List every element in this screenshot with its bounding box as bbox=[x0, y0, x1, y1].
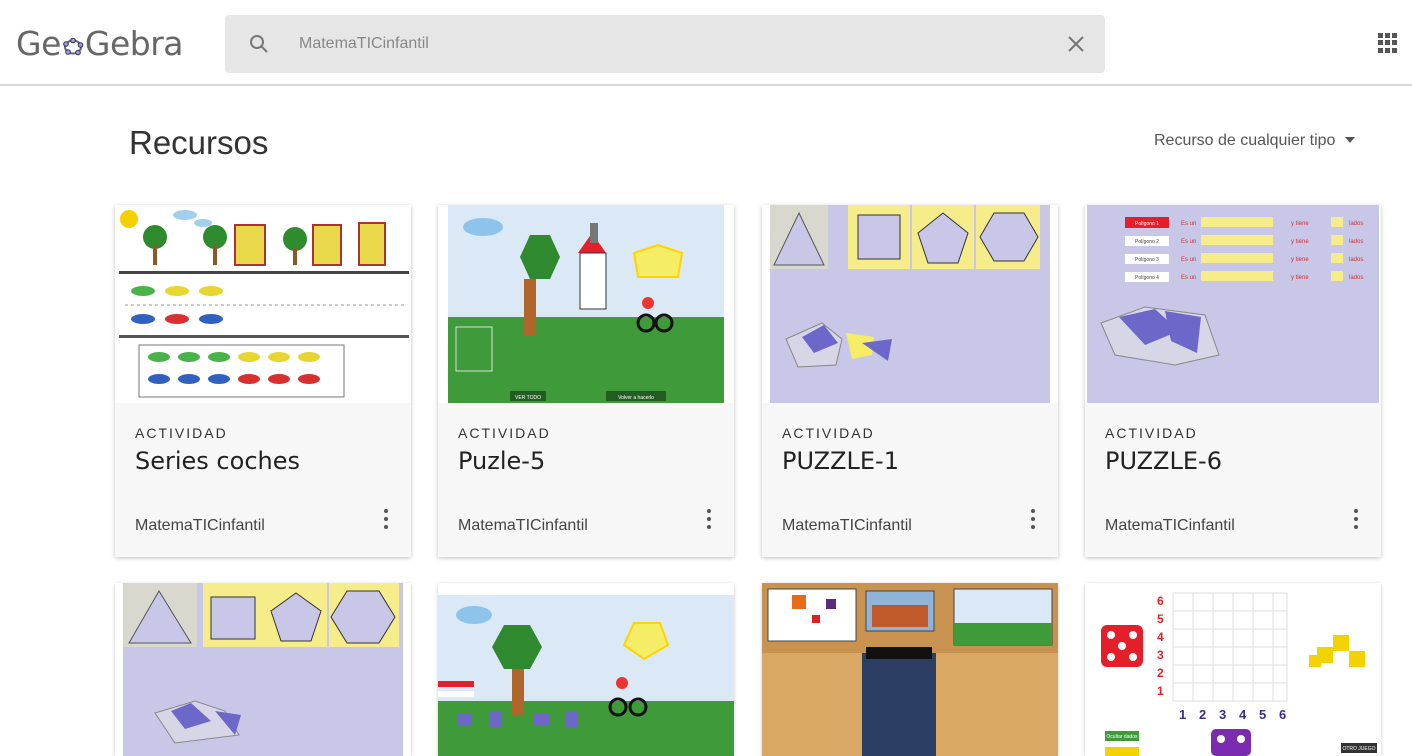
polygon-has-label: y tiene bbox=[1291, 221, 1309, 227]
polygon-is-label: Es un bbox=[1181, 221, 1196, 227]
x-axis-label: 6 bbox=[1279, 707, 1286, 722]
card-type: ACTIVIDAD bbox=[135, 425, 228, 441]
search-icon[interactable] bbox=[247, 32, 271, 56]
more-options-icon[interactable] bbox=[383, 509, 389, 531]
y-axis-label: 4 bbox=[1157, 630, 1164, 644]
x-axis-label: 1 bbox=[1179, 707, 1186, 722]
logo-text-start: Ge bbox=[16, 24, 61, 63]
polygon-sides-label: lados bbox=[1349, 239, 1363, 245]
y-axis-label: 3 bbox=[1157, 648, 1164, 662]
redo-button: Volver a hacerlo bbox=[618, 395, 654, 401]
polygon-button: Polígono 1 bbox=[1135, 221, 1159, 227]
dice-grid-thumbnail: 6 5 4 3 2 1 1 2 3 4 5 6 Ocultar dados OT… bbox=[1101, 592, 1377, 756]
polygon-button: Polígono 4 bbox=[1135, 275, 1159, 281]
card-info: ACTIVIDAD Series coches MatemaTICinfanti… bbox=[115, 403, 411, 557]
more-options-icon[interactable] bbox=[1030, 509, 1036, 531]
apps-grid-icon[interactable] bbox=[1378, 33, 1398, 53]
see-all-button: VER TODO bbox=[515, 395, 541, 401]
card-thumbnail[interactable]: VER TODO Volver a hacerlo bbox=[438, 205, 734, 403]
search-input[interactable]: MatemaTICinfantil bbox=[299, 35, 429, 53]
x-axis-label: 5 bbox=[1259, 707, 1266, 722]
card-type: ACTIVIDAD bbox=[782, 425, 875, 441]
y-axis-label: 6 bbox=[1157, 594, 1164, 608]
card-author[interactable]: MatemaTICinfantil bbox=[782, 517, 912, 535]
y-axis-label: 1 bbox=[1157, 684, 1164, 698]
card-title[interactable]: PUZZLE-6 bbox=[1105, 447, 1222, 475]
resource-type-filter[interactable]: Recurso de cualquier tipo bbox=[1154, 132, 1356, 150]
resource-card[interactable] bbox=[438, 583, 734, 756]
y-axis-label: 2 bbox=[1157, 666, 1164, 680]
logo-text-end: Gebra bbox=[84, 24, 184, 63]
resource-card[interactable]: VER TODO Volver a hacerlo ACTIVIDAD Puzl… bbox=[438, 205, 734, 557]
card-thumbnail[interactable]: Polígono 1 Polígono 2 Polígono 3 Polígon… bbox=[1085, 205, 1381, 403]
page-title: Recursos bbox=[129, 124, 269, 161]
x-axis-label: 4 bbox=[1239, 707, 1247, 722]
card-info: ACTIVIDAD PUZZLE-6 MatemaTICinfantil bbox=[1085, 403, 1381, 557]
card-info: ACTIVIDAD Puzle-5 MatemaTICinfantil bbox=[438, 403, 734, 557]
top-bar: Ge Gebra MatemaTICinfantil bbox=[0, 0, 1412, 86]
x-axis-label: 2 bbox=[1199, 707, 1206, 722]
close-icon[interactable] bbox=[1063, 31, 1089, 57]
puzzle-landscape-thumbnail bbox=[438, 595, 734, 756]
dropdown-arrow-icon bbox=[1345, 137, 1356, 143]
polygon-is-label: Es un bbox=[1181, 239, 1196, 245]
card-author[interactable]: MatemaTICinfantil bbox=[135, 517, 265, 535]
geogebra-logo[interactable]: Ge Gebra bbox=[16, 24, 184, 63]
search-bar[interactable]: MatemaTICinfantil bbox=[225, 15, 1105, 73]
card-author[interactable]: MatemaTICinfantil bbox=[458, 517, 588, 535]
polygon-is-label: Es un bbox=[1181, 257, 1196, 263]
card-thumbnail[interactable] bbox=[762, 205, 1058, 403]
resource-card[interactable]: ACTIVIDAD Series coches MatemaTICinfanti… bbox=[115, 205, 411, 557]
card-thumbnail[interactable] bbox=[115, 583, 411, 756]
polygon-button: Polígono 3 bbox=[1135, 257, 1159, 263]
polygon-has-label: y tiene bbox=[1291, 275, 1309, 281]
resource-card[interactable]: 6 5 4 3 2 1 1 2 3 4 5 6 Ocultar dados OT… bbox=[1085, 583, 1381, 756]
more-options-icon[interactable] bbox=[1353, 509, 1359, 531]
card-author[interactable]: MatemaTICinfantil bbox=[1105, 517, 1235, 535]
puzzle-house-thumbnail: VER TODO Volver a hacerlo bbox=[448, 205, 724, 403]
x-axis-label: 3 bbox=[1219, 707, 1226, 722]
y-axis-label: 5 bbox=[1157, 612, 1164, 626]
polygon-is-label: Es un bbox=[1181, 275, 1196, 281]
card-type: ACTIVIDAD bbox=[1105, 425, 1198, 441]
resource-card[interactable]: Polígono 1 Polígono 2 Polígono 3 Polígon… bbox=[1085, 205, 1381, 557]
polygon-sides-label: lados bbox=[1349, 257, 1363, 263]
logo-ellipse-icon bbox=[62, 25, 84, 56]
resource-card[interactable]: ACTIVIDAD PUZZLE-1 MatemaTICinfantil bbox=[762, 205, 1058, 557]
card-title[interactable]: Puzle-5 bbox=[458, 447, 545, 475]
resource-card[interactable] bbox=[115, 583, 411, 756]
child-laptop-photo bbox=[762, 583, 1058, 756]
cars-series-thumbnail bbox=[119, 210, 409, 398]
new-game-button: OTRO JUEGO bbox=[1342, 746, 1375, 752]
card-thumbnail[interactable] bbox=[762, 583, 1058, 756]
filter-label: Recurso de cualquier tipo bbox=[1154, 132, 1336, 149]
card-thumbnail[interactable] bbox=[438, 583, 734, 756]
polygon-sides-label: lados bbox=[1349, 221, 1363, 227]
puzzle-shapes-thumbnail bbox=[123, 583, 403, 756]
polygon-button: Polígono 2 bbox=[1135, 239, 1159, 245]
card-thumbnail[interactable] bbox=[115, 205, 411, 403]
card-title[interactable]: PUZZLE-1 bbox=[782, 447, 899, 475]
polygon-has-label: y tiene bbox=[1291, 257, 1309, 263]
resource-card[interactable] bbox=[762, 583, 1058, 756]
card-thumbnail[interactable]: 6 5 4 3 2 1 1 2 3 4 5 6 Ocultar dados OT… bbox=[1085, 583, 1381, 756]
puzzle-shapes-thumbnail bbox=[770, 205, 1050, 403]
card-info: ACTIVIDAD PUZZLE-1 MatemaTICinfantil bbox=[762, 403, 1058, 557]
polygon-has-label: y tiene bbox=[1291, 239, 1309, 245]
more-options-icon[interactable] bbox=[706, 509, 712, 531]
polygon-sides-label: lados bbox=[1349, 275, 1363, 281]
polygon-quiz-thumbnail: Polígono 1 Polígono 2 Polígono 3 Polígon… bbox=[1087, 205, 1379, 403]
card-title[interactable]: Series coches bbox=[135, 447, 300, 475]
hide-dice-button: Ocultar dados bbox=[1106, 734, 1138, 740]
card-type: ACTIVIDAD bbox=[458, 425, 551, 441]
